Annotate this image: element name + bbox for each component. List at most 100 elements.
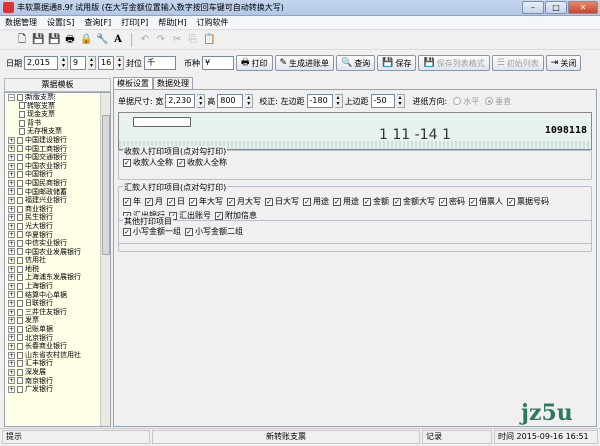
- menu-print[interactable]: 打印[P]: [116, 17, 153, 28]
- menu-query[interactable]: 查询[F]: [79, 17, 116, 28]
- tree-leaf[interactable]: 现金支票: [5, 110, 110, 119]
- tree-scrollbar[interactable]: [100, 93, 110, 426]
- top-margin-spinner[interactable]: ▴ ▾: [396, 94, 405, 108]
- menu-data-manage[interactable]: 数据管理: [0, 17, 42, 28]
- tree-node[interactable]: + 信用社: [5, 256, 110, 265]
- expand-icon[interactable]: +: [8, 274, 15, 282]
- year-field[interactable]: 2,015: [24, 56, 58, 70]
- query-button[interactable]: 🔍 查询: [336, 55, 376, 71]
- top-margin-field[interactable]: -50: [370, 94, 395, 108]
- menu-order[interactable]: 订购软件: [192, 17, 234, 28]
- print-button[interactable]: 🖶 打印: [236, 55, 273, 71]
- new-icon[interactable]: 🗋: [16, 34, 28, 46]
- month-spinner[interactable]: ▴ ▾: [88, 56, 96, 70]
- template-tree[interactable]: − 新版支票 转账支票 现金支票 背书 无存根支票 + 中国建设银行 + 中国工商银行 + 中国交通银…: [4, 92, 111, 427]
- redo-icon[interactable]: ↷: [155, 34, 167, 46]
- collapse-icon[interactable]: −: [8, 93, 15, 101]
- expand-icon[interactable]: +: [8, 179, 15, 187]
- tree-node[interactable]: − 新版支票: [5, 93, 110, 103]
- tree-node[interactable]: + 北京银行: [5, 334, 110, 343]
- save-disk-icon[interactable]: 💾: [32, 34, 44, 46]
- expand-icon[interactable]: +: [8, 188, 15, 196]
- expand-icon[interactable]: +: [8, 334, 15, 342]
- print-item-checkbox[interactable]: ✓ 借票人: [469, 195, 503, 209]
- tab-data-processing[interactable]: 数据处理: [153, 76, 193, 90]
- tree-node[interactable]: + 中国建设银行: [5, 136, 110, 145]
- print-item-checkbox[interactable]: ✓ 小写金额一组: [123, 226, 181, 237]
- left-margin-field[interactable]: -180: [306, 94, 333, 108]
- expand-icon[interactable]: +: [8, 222, 15, 230]
- face-select[interactable]: 千: [144, 56, 176, 70]
- year-spinner[interactable]: ▴ ▾: [60, 56, 68, 70]
- tab-template-settings[interactable]: 模板设置: [113, 76, 153, 90]
- tree-node[interactable]: + 山东省农村信用社: [5, 351, 110, 360]
- print-item-checkbox[interactable]: ✓ 票据号码: [507, 195, 549, 209]
- expand-icon[interactable]: +: [8, 343, 15, 351]
- tree-node[interactable]: + 中信实业银行: [5, 239, 110, 248]
- expand-icon[interactable]: +: [8, 145, 15, 153]
- lock-icon[interactable]: 🔒: [80, 34, 92, 46]
- tree-node[interactable]: + 中国交通银行: [5, 153, 110, 162]
- tree-node[interactable]: + 日联银行: [5, 299, 110, 308]
- copy-icon[interactable]: ⎘: [187, 34, 199, 46]
- expand-icon[interactable]: +: [8, 214, 15, 222]
- expand-icon[interactable]: +: [8, 300, 15, 308]
- minimize-button[interactable]: –: [522, 1, 544, 14]
- print-item-checkbox[interactable]: ✓ 月: [145, 195, 163, 209]
- tree-node[interactable]: + 三井住友银行: [5, 308, 110, 317]
- print-item-checkbox[interactable]: ✓ 密码: [439, 195, 465, 209]
- vertical-radio[interactable]: 垂直: [485, 96, 511, 107]
- expand-icon[interactable]: +: [8, 360, 15, 368]
- expand-icon[interactable]: +: [8, 385, 15, 393]
- tree-node[interactable]: + 发票: [5, 316, 110, 325]
- expand-icon[interactable]: +: [8, 153, 15, 161]
- save-button[interactable]: 💾 保存: [377, 55, 417, 71]
- tree-node[interactable]: + 中国工商银行: [5, 145, 110, 154]
- tree-leaf[interactable]: 转账支票: [5, 102, 110, 111]
- print-item-checkbox[interactable]: ✓ 金额大写: [393, 195, 435, 209]
- expand-icon[interactable]: +: [8, 171, 15, 179]
- horizontal-radio[interactable]: 水平: [453, 96, 479, 107]
- paste-icon[interactable]: 📋: [203, 34, 215, 46]
- close-button[interactable]: ⇥ 关闭: [545, 55, 582, 71]
- close-window-button[interactable]: ✕: [568, 1, 598, 14]
- expand-icon[interactable]: +: [8, 325, 15, 333]
- tree-node[interactable]: + 上海银行: [5, 282, 110, 291]
- print-item-checkbox[interactable]: ✓ 日: [167, 195, 185, 209]
- tree-leaf[interactable]: 无存根支票: [5, 127, 110, 136]
- tree-node[interactable]: + 记账单据: [5, 325, 110, 334]
- expand-icon[interactable]: +: [8, 231, 15, 239]
- currency-select[interactable]: ¥: [202, 56, 234, 70]
- expand-icon[interactable]: +: [8, 239, 15, 247]
- tree-node[interactable]: + 长春商业银行: [5, 342, 110, 351]
- tree-node[interactable]: + 中国银行: [5, 170, 110, 179]
- day-spinner[interactable]: ▴ ▾: [116, 56, 124, 70]
- expand-icon[interactable]: +: [8, 136, 15, 144]
- print-item-checkbox[interactable]: ✓ 小写金额二组: [185, 226, 243, 237]
- expand-icon[interactable]: +: [8, 317, 15, 325]
- tree-node[interactable]: + 商业银行: [5, 205, 110, 214]
- font-icon[interactable]: A: [112, 34, 124, 46]
- menu-help[interactable]: 帮助[H]: [153, 17, 191, 28]
- expand-icon[interactable]: +: [8, 162, 15, 170]
- expand-icon[interactable]: +: [8, 265, 15, 273]
- generate-deposit-button[interactable]: ✎ 生成进账单: [274, 55, 335, 71]
- month-field[interactable]: 9: [70, 56, 86, 70]
- tree-node[interactable]: + 福建兴业银行: [5, 196, 110, 205]
- tree-node[interactable]: + 南京银行: [5, 377, 110, 386]
- expand-icon[interactable]: +: [8, 248, 15, 256]
- expand-icon[interactable]: +: [8, 308, 15, 316]
- print-item-checkbox[interactable]: ✓ 年大写: [189, 195, 223, 209]
- print-item-checkbox[interactable]: ✓ 收款人全称: [177, 157, 227, 168]
- cut-icon[interactable]: ✂: [171, 34, 183, 46]
- init-list-button[interactable]: ☰ 初始列表: [491, 55, 544, 71]
- day-field[interactable]: 16: [98, 56, 114, 70]
- print-item-checkbox[interactable]: ✓ 用途: [303, 195, 329, 209]
- print-item-checkbox[interactable]: ✓ 金额: [363, 195, 389, 209]
- tree-node[interactable]: + 光大银行: [5, 222, 110, 231]
- menu-settings[interactable]: 设置[S]: [42, 17, 79, 28]
- print-item-checkbox[interactable]: ✓ 收款人全称: [123, 157, 173, 168]
- expand-icon[interactable]: +: [8, 291, 15, 299]
- print-item-checkbox[interactable]: ✓ 月大写: [227, 195, 261, 209]
- print-item-checkbox[interactable]: ✓ 年: [123, 195, 141, 209]
